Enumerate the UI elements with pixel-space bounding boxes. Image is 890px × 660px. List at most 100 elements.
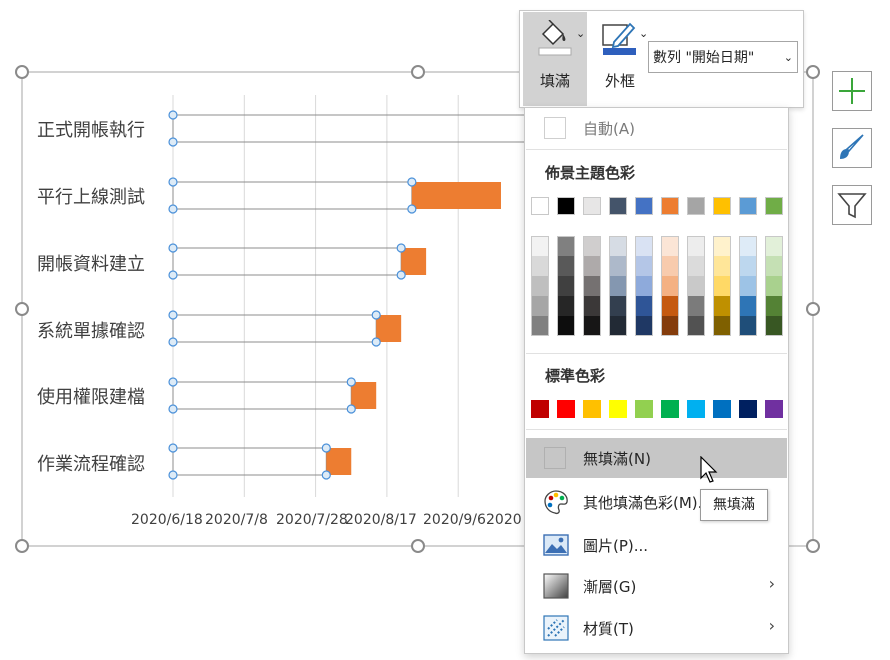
theme-shade-swatch[interactable] xyxy=(687,276,705,296)
theme-shade-swatch[interactable] xyxy=(687,236,705,256)
theme-shade-swatch[interactable] xyxy=(531,276,549,296)
theme-shade-swatch[interactable] xyxy=(557,296,575,316)
theme-color-swatch[interactable] xyxy=(713,197,731,215)
series-handle xyxy=(168,204,178,214)
theme-shade-swatch[interactable] xyxy=(557,276,575,296)
divider xyxy=(526,149,787,150)
standard-color-swatch[interactable] xyxy=(531,400,549,418)
series-handle xyxy=(371,337,381,347)
category-label: 作業流程確認 xyxy=(37,454,145,475)
theme-shade-swatch[interactable] xyxy=(531,236,549,256)
start-date-bar xyxy=(172,181,413,210)
standard-color-swatch[interactable] xyxy=(583,400,601,418)
theme-shade-swatch[interactable] xyxy=(765,256,783,276)
theme-shade-swatch[interactable] xyxy=(609,256,627,276)
theme-shade-swatch[interactable] xyxy=(609,236,627,256)
theme-shade-swatch[interactable] xyxy=(713,236,731,256)
standard-color-swatch[interactable] xyxy=(609,400,627,418)
theme-shade-swatch[interactable] xyxy=(609,296,627,316)
theme-shade-swatch[interactable] xyxy=(609,276,627,296)
x-tick-label: 2020/7/8 xyxy=(205,512,268,528)
start-date-bar xyxy=(172,314,377,343)
theme-shade-swatch[interactable] xyxy=(557,316,575,336)
chart-styles-button[interactable] xyxy=(832,128,872,168)
series-handle xyxy=(407,177,417,187)
theme-shade-swatch[interactable] xyxy=(687,316,705,336)
series-handle xyxy=(396,243,406,253)
theme-shade-swatch[interactable] xyxy=(635,236,653,256)
theme-shade-swatch[interactable] xyxy=(739,276,757,296)
theme-shade-swatch[interactable] xyxy=(739,256,757,276)
theme-color-swatch[interactable] xyxy=(557,197,575,215)
theme-shade-swatch[interactable] xyxy=(531,316,549,336)
theme-shade-swatch[interactable] xyxy=(739,316,757,336)
theme-shade-swatch[interactable] xyxy=(531,256,549,276)
theme-shade-swatch[interactable] xyxy=(635,256,653,276)
theme-shade-swatch[interactable] xyxy=(765,316,783,336)
standard-color-swatch[interactable] xyxy=(713,400,731,418)
theme-shade-swatch[interactable] xyxy=(635,296,653,316)
standard-color-swatch[interactable] xyxy=(765,400,783,418)
theme-color-swatch[interactable] xyxy=(583,197,601,215)
theme-shade-swatch[interactable] xyxy=(713,276,731,296)
category-label: 開帳資料建立 xyxy=(37,254,145,275)
theme-shade-swatch[interactable] xyxy=(557,256,575,276)
theme-shade-swatch[interactable] xyxy=(531,296,549,316)
theme-shade-swatch[interactable] xyxy=(661,296,679,316)
theme-shade-swatch[interactable] xyxy=(713,316,731,336)
theme-shade-swatch[interactable] xyxy=(635,316,653,336)
standard-color-swatch[interactable] xyxy=(661,400,679,418)
theme-shade-swatch[interactable] xyxy=(609,316,627,336)
fill-button[interactable]: ⌄ 填滿 xyxy=(523,12,587,106)
series-handle xyxy=(168,177,178,187)
series-handle xyxy=(168,404,178,414)
theme-shade-swatch[interactable] xyxy=(583,276,601,296)
theme-shade-swatch[interactable] xyxy=(687,256,705,276)
theme-shade-swatch[interactable] xyxy=(583,236,601,256)
standard-color-swatch[interactable] xyxy=(557,400,575,418)
theme-shade-swatch[interactable] xyxy=(661,316,679,336)
theme-shade-swatch[interactable] xyxy=(583,296,601,316)
theme-color-swatch[interactable] xyxy=(635,197,653,215)
standard-color-swatch[interactable] xyxy=(739,400,757,418)
category-label: 使用權限建檔 xyxy=(37,387,145,408)
theme-shade-swatch[interactable] xyxy=(557,236,575,256)
theme-shade-swatch[interactable] xyxy=(661,276,679,296)
category-label: 系統單據確認 xyxy=(37,321,145,342)
theme-shade-swatch[interactable] xyxy=(687,296,705,316)
standard-color-swatch[interactable] xyxy=(687,400,705,418)
bars xyxy=(172,114,566,476)
resize-handle xyxy=(411,65,425,79)
theme-color-swatch[interactable] xyxy=(661,197,679,215)
theme-shade-swatch[interactable] xyxy=(661,236,679,256)
standard-color-swatch[interactable] xyxy=(635,400,653,418)
theme-color-swatch[interactable] xyxy=(609,197,627,215)
theme-color-swatch[interactable] xyxy=(765,197,783,215)
chart-elements-button[interactable] xyxy=(832,71,872,111)
filter-icon xyxy=(837,193,867,219)
theme-shade-swatch[interactable] xyxy=(635,276,653,296)
theme-color-swatch[interactable] xyxy=(687,197,705,215)
theme-shade-swatch[interactable] xyxy=(713,296,731,316)
theme-color-swatch[interactable] xyxy=(739,197,757,215)
texture-fill-item[interactable]: 材質(T) › xyxy=(526,608,787,648)
theme-shade-swatch[interactable] xyxy=(713,256,731,276)
series-handle xyxy=(346,377,356,387)
theme-shade-swatch[interactable] xyxy=(661,256,679,276)
theme-shade-swatch[interactable] xyxy=(739,296,757,316)
theme-shade-swatch[interactable] xyxy=(765,276,783,296)
series-select[interactable]: 數列 "開始日期" ⌄ xyxy=(648,41,798,73)
theme-color-swatch[interactable] xyxy=(531,197,549,215)
picture-fill-item[interactable]: 圖片(P)... xyxy=(526,525,787,565)
outline-button[interactable]: ⌄ 外框 xyxy=(588,12,652,106)
start-date-bar xyxy=(172,114,566,143)
no-fill-item[interactable]: 無填滿(N) xyxy=(526,438,787,478)
theme-shade-swatch[interactable] xyxy=(739,236,757,256)
gradient-fill-item[interactable]: 漸層(G) › xyxy=(526,566,787,606)
theme-shade-swatch[interactable] xyxy=(583,316,601,336)
auto-fill-item[interactable]: 自動(A) xyxy=(526,108,787,148)
chart-filters-button[interactable] xyxy=(832,185,872,225)
theme-shade-swatch[interactable] xyxy=(583,256,601,276)
theme-shade-swatch[interactable] xyxy=(765,236,783,256)
theme-shade-swatch[interactable] xyxy=(765,296,783,316)
